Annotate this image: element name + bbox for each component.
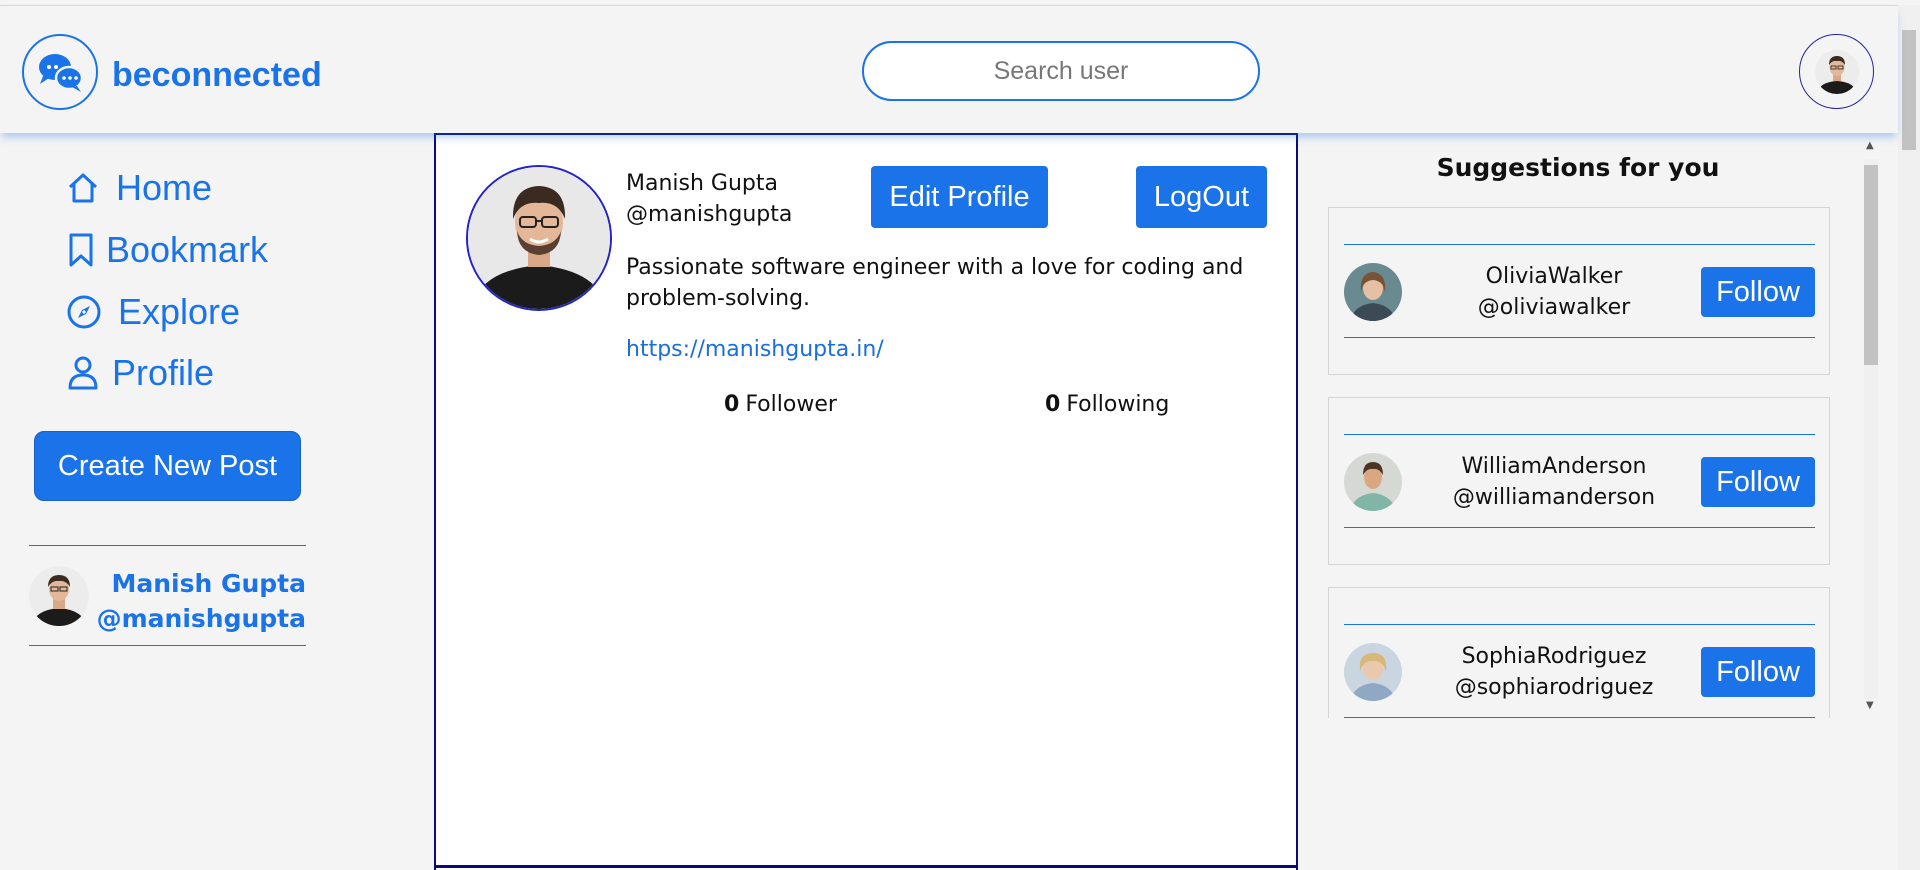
profile-avatar — [466, 165, 612, 311]
nav-item-label: Home — [116, 167, 213, 208]
bookmark-icon — [69, 233, 93, 267]
user-avatar-icon — [1814, 49, 1859, 94]
avatar[interactable] — [1344, 263, 1402, 321]
profile-website-link[interactable]: https://manishgupta.in/ — [626, 337, 884, 362]
suggestion-card: SophiaRodriguez @sophiarodriguez Follow — [1328, 587, 1830, 718]
nav-item-label: Explore — [118, 291, 241, 332]
following-stat[interactable]: 0 Following — [1045, 392, 1169, 417]
user-icon — [68, 356, 98, 390]
suggestion-name: SophiaRodriguez — [1461, 644, 1647, 669]
sidebar-user-handle: @manishgupta — [96, 604, 306, 633]
suggestions-title: Suggestions for you — [1436, 153, 1720, 182]
scroll-up-arrow-icon[interactable]: ▲ — [1866, 141, 1874, 151]
suggestion-user[interactable]: WilliamAnderson @williamanderson — [1434, 451, 1674, 513]
followers-stat[interactable]: 0 Follower — [724, 392, 837, 417]
user-avatar-icon — [1344, 453, 1402, 511]
nav-item-label: Profile — [112, 352, 215, 393]
create-new-post-button[interactable]: Create New Post — [34, 431, 301, 501]
home-icon — [68, 173, 98, 203]
brand-name[interactable]: beconnected — [112, 56, 322, 95]
edit-profile-button[interactable]: Edit Profile — [871, 166, 1048, 228]
suggestion-row: WilliamAnderson @williamanderson Follow — [1344, 434, 1815, 528]
follow-button[interactable]: Follow — [1701, 647, 1815, 697]
suggestions-panel: Suggestions for you OliviaWalker @olivia… — [1298, 133, 1898, 870]
user-avatar-icon — [1344, 263, 1402, 321]
profile-name: Manish Gupta — [626, 171, 778, 196]
followers-count: 0 — [724, 392, 740, 417]
panel-bottom-border — [434, 865, 1298, 868]
suggestion-name: WilliamAnderson — [1461, 454, 1647, 479]
suggestion-card: OliviaWalker @oliviawalker Follow — [1328, 207, 1830, 375]
header-avatar[interactable] — [1799, 34, 1874, 109]
suggestion-user[interactable]: SophiaRodriguez @sophiarodriguez — [1434, 641, 1674, 703]
suggestion-row: SophiaRodriguez @sophiarodriguez Follow — [1344, 624, 1815, 718]
chat-bubbles-icon — [39, 54, 84, 92]
profile-handle: @manishgupta — [626, 202, 793, 227]
suggestion-handle: @oliviawalker — [1477, 295, 1631, 320]
user-avatar-icon — [468, 167, 610, 309]
suggestions-scrollbar[interactable]: ▲ ▼ — [1860, 141, 1882, 718]
suggestion-user[interactable]: OliviaWalker @oliviawalker — [1434, 261, 1674, 323]
avatar[interactable] — [1344, 453, 1402, 511]
suggestion-handle: @sophiarodriguez — [1454, 675, 1654, 700]
suggestion-card: WilliamAnderson @williamanderson Follow — [1328, 397, 1830, 565]
search-input[interactable] — [862, 41, 1260, 101]
suggestion-row: OliviaWalker @oliviawalker Follow — [1344, 244, 1815, 338]
avatar[interactable] — [1344, 643, 1402, 701]
nav-item-explore[interactable]: Explore — [66, 291, 240, 333]
avatar — [29, 566, 89, 626]
logout-button[interactable]: LogOut — [1136, 166, 1267, 228]
scrollbar-thumb[interactable] — [1864, 165, 1878, 365]
profile-panel: Manish Gupta @manishgupta Edit Profile L… — [434, 133, 1298, 870]
follow-button[interactable]: Follow — [1701, 457, 1815, 507]
suggestions-list[interactable]: Suggestions for you OliviaWalker @olivia… — [1298, 133, 1860, 718]
compass-icon — [67, 295, 101, 329]
following-label: Following — [1066, 392, 1170, 417]
top-header: beconnected — [0, 5, 1898, 133]
user-avatar-icon — [29, 566, 89, 626]
logo[interactable] — [22, 34, 98, 110]
sidebar-user-name: Manish Gupta — [111, 569, 306, 598]
user-avatar-icon — [1344, 643, 1402, 701]
nav-item-home[interactable]: Home — [66, 167, 212, 209]
sidebar-user-info: Manish Gupta @manishgupta — [97, 566, 306, 636]
follow-button[interactable]: Follow — [1701, 267, 1815, 317]
suggestion-name: OliviaWalker — [1485, 264, 1623, 289]
followers-label: Follower — [745, 392, 837, 417]
nav-item-bookmark[interactable]: Bookmark — [66, 229, 268, 271]
following-count: 0 — [1045, 392, 1061, 417]
sidebar-user-card[interactable]: Manish Gupta @manishgupta — [29, 545, 306, 646]
scroll-down-arrow-icon[interactable]: ▼ — [1866, 701, 1874, 711]
page-scrollbar-thumb[interactable] — [1902, 30, 1916, 150]
profile-bio: Passionate software engineer with a love… — [626, 255, 1244, 311]
page-scrollbar[interactable] — [1898, 5, 1920, 870]
suggestion-handle: @williamanderson — [1452, 485, 1656, 510]
nav-item-label: Bookmark — [106, 229, 269, 270]
nav-item-profile[interactable]: Profile — [66, 352, 214, 394]
profile-identity: Manish Gupta @manishgupta — [626, 168, 792, 230]
